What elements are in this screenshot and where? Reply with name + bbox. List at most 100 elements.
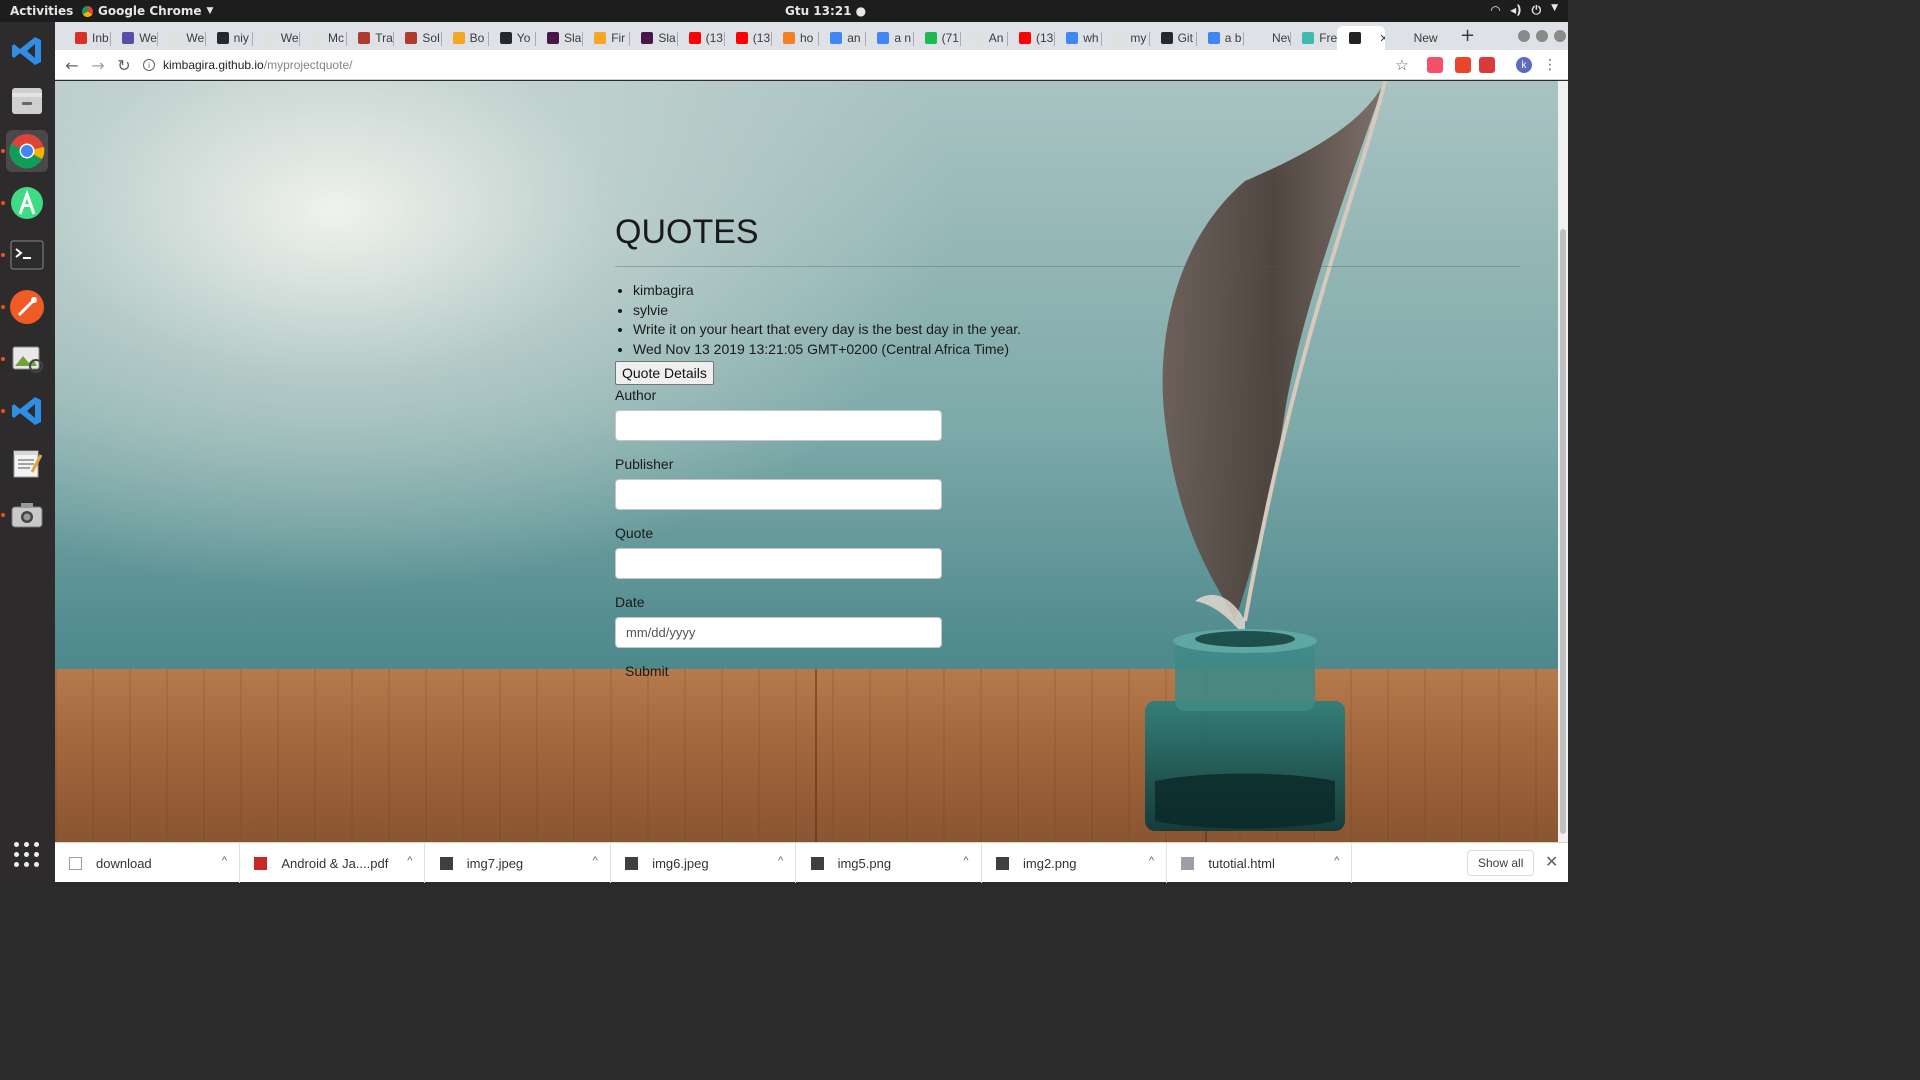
kebab-menu-icon[interactable]: ⋮ — [1539, 54, 1561, 76]
extension-icon[interactable] — [1455, 57, 1471, 73]
date-input[interactable]: mm/dd/yyyy — [615, 617, 942, 648]
download-item[interactable]: img5.png ^ — [797, 843, 982, 883]
browser-tab[interactable]: Tra — [346, 26, 393, 50]
profile-avatar[interactable]: k — [1516, 57, 1532, 73]
power-icon[interactable]: ⏻ — [1532, 3, 1542, 18]
quote-label: Quote — [615, 525, 654, 541]
android-studio-icon[interactable] — [1, 182, 48, 224]
download-item[interactable]: tutotial.html ^ — [1167, 843, 1353, 883]
minimize-window-button[interactable] — [1518, 30, 1530, 42]
tab-favicon-icon — [1396, 32, 1409, 44]
site-info-icon[interactable]: i — [143, 59, 155, 71]
chevron-down-icon[interactable]: ▼ — [1551, 3, 1558, 18]
wifi-icon[interactable]: ◠ — [1491, 3, 1500, 18]
reload-icon[interactable]: ↻ — [113, 54, 135, 76]
bookmark-star-icon[interactable]: ☆ — [1391, 54, 1413, 76]
browser-tab[interactable]: wh — [1054, 26, 1101, 50]
publisher-input[interactable] — [615, 479, 942, 510]
tab-label: a n — [894, 31, 912, 45]
quote-details-list: kimbagira sylvie Write it on your heart … — [615, 281, 1520, 359]
image-viewer-icon[interactable] — [1, 338, 48, 380]
text-editor-icon[interactable] — [6, 442, 48, 484]
tab-favicon-icon — [594, 32, 607, 44]
screenshot-icon[interactable] — [1, 494, 48, 536]
browser-tab[interactable]: We — [110, 26, 157, 50]
running-indicator — [1, 201, 5, 205]
browser-tab[interactable]: (13 — [724, 26, 771, 50]
maximize-window-button[interactable] — [1536, 30, 1548, 42]
browser-tab[interactable]: (13 — [677, 26, 724, 50]
chevron-up-icon[interactable]: ^ — [963, 855, 968, 867]
forward-icon[interactable]: → — [87, 54, 109, 76]
tab-label: Sol — [422, 31, 440, 45]
quote-details-button[interactable]: Quote Details — [615, 361, 714, 385]
browser-tab[interactable]: Sla — [535, 26, 582, 50]
browser-tab[interactable]: Sla — [629, 26, 676, 50]
chevron-up-icon[interactable]: ^ — [593, 855, 598, 867]
terminal-icon[interactable] — [1, 234, 48, 276]
download-item[interactable]: img6.jpeg ^ — [611, 843, 797, 883]
postman-icon[interactable] — [1, 286, 48, 328]
app-menu[interactable]: Google Chrome ▼ — [82, 4, 213, 18]
clock[interactable]: Gtu 13:21 ● — [785, 4, 866, 18]
vscode-icon[interactable] — [1, 390, 48, 432]
page-scrollbar[interactable] — [1558, 81, 1568, 842]
browser-tab[interactable]: an — [818, 26, 865, 50]
browser-tab[interactable]: niy — [205, 26, 252, 50]
browser-tab[interactable]: a b — [1196, 26, 1243, 50]
browser-tab[interactable]: ho — [771, 26, 818, 50]
tab-favicon-icon — [735, 32, 748, 44]
browser-tab[interactable]: Yo — [488, 26, 535, 50]
shield-extension-icon[interactable] — [1479, 57, 1495, 73]
browser-tab[interactable]: Fre — [1290, 26, 1337, 50]
tab-active[interactable]: ✕ — [1337, 26, 1385, 50]
browser-tab[interactable]: Bo — [441, 26, 488, 50]
quote-input[interactable] — [615, 548, 942, 579]
chevron-up-icon[interactable]: ^ — [1149, 855, 1154, 867]
browser-tab[interactable]: (13 — [1007, 26, 1054, 50]
browser-tab[interactable]: a n — [865, 26, 912, 50]
browser-tab[interactable]: New T — [1243, 26, 1290, 50]
back-icon[interactable]: ← — [61, 54, 83, 76]
browser-tab[interactable]: We — [252, 26, 299, 50]
browser-tab[interactable]: An — [960, 26, 1007, 50]
browser-tab[interactable]: Fir — [582, 26, 629, 50]
submit-button[interactable]: Submit — [625, 663, 669, 679]
browser-tab[interactable]: (71 — [913, 26, 960, 50]
close-icon[interactable]: ✕ — [1545, 852, 1558, 872]
browser-tab[interactable]: Sol — [393, 26, 440, 50]
chevron-up-icon[interactable]: ^ — [222, 855, 227, 867]
download-item[interactable]: img2.png ^ — [982, 843, 1167, 883]
close-window-button[interactable] — [1554, 30, 1566, 42]
system-tray[interactable]: ◠ ◂) ⏻ ▼ — [1491, 3, 1558, 18]
new-tab-button[interactable]: + — [1460, 25, 1475, 46]
activities-button[interactable]: Activities — [10, 4, 73, 18]
download-item[interactable]: img7.jpeg ^ — [426, 843, 611, 883]
browser-tab[interactable]: New T — [1385, 26, 1441, 50]
chrome-icon[interactable] — [1, 130, 48, 172]
tab-favicon-icon — [1019, 32, 1031, 44]
show-applications-button[interactable] — [14, 842, 40, 868]
chevron-up-icon[interactable]: ^ — [1334, 855, 1339, 867]
tab-label: Yo — [516, 31, 531, 45]
browser-tab[interactable]: We — [157, 26, 204, 50]
author-input[interactable] — [615, 410, 942, 441]
browser-tab[interactable]: Git — [1149, 26, 1196, 50]
address-bar[interactable]: i kimbagira.github.io/myprojectquote/ — [143, 53, 1433, 77]
scrollbar-thumb[interactable] — [1560, 229, 1566, 834]
browser-tab[interactable]: Inb — [63, 26, 110, 50]
chevron-up-icon[interactable]: ^ — [778, 855, 783, 867]
browser-tab[interactable]: my — [1101, 26, 1148, 50]
file-manager-icon[interactable] — [6, 80, 48, 122]
volume-icon[interactable]: ◂) — [1510, 3, 1522, 18]
download-item[interactable]: download ^ — [55, 843, 240, 883]
download-item[interactable]: Android & Ja....pdf ^ — [240, 843, 426, 883]
download-filename: img2.png — [1023, 855, 1077, 871]
chevron-up-icon[interactable]: ^ — [407, 855, 412, 867]
download-filename: Android & Ja....pdf — [281, 855, 389, 871]
extension-icon[interactable] — [1427, 57, 1443, 73]
tab-favicon-icon — [1113, 32, 1126, 44]
browser-tab[interactable]: Mc — [299, 26, 346, 50]
vscode-icon[interactable] — [6, 30, 48, 72]
show-all-downloads-button[interactable]: Show all — [1467, 850, 1535, 876]
